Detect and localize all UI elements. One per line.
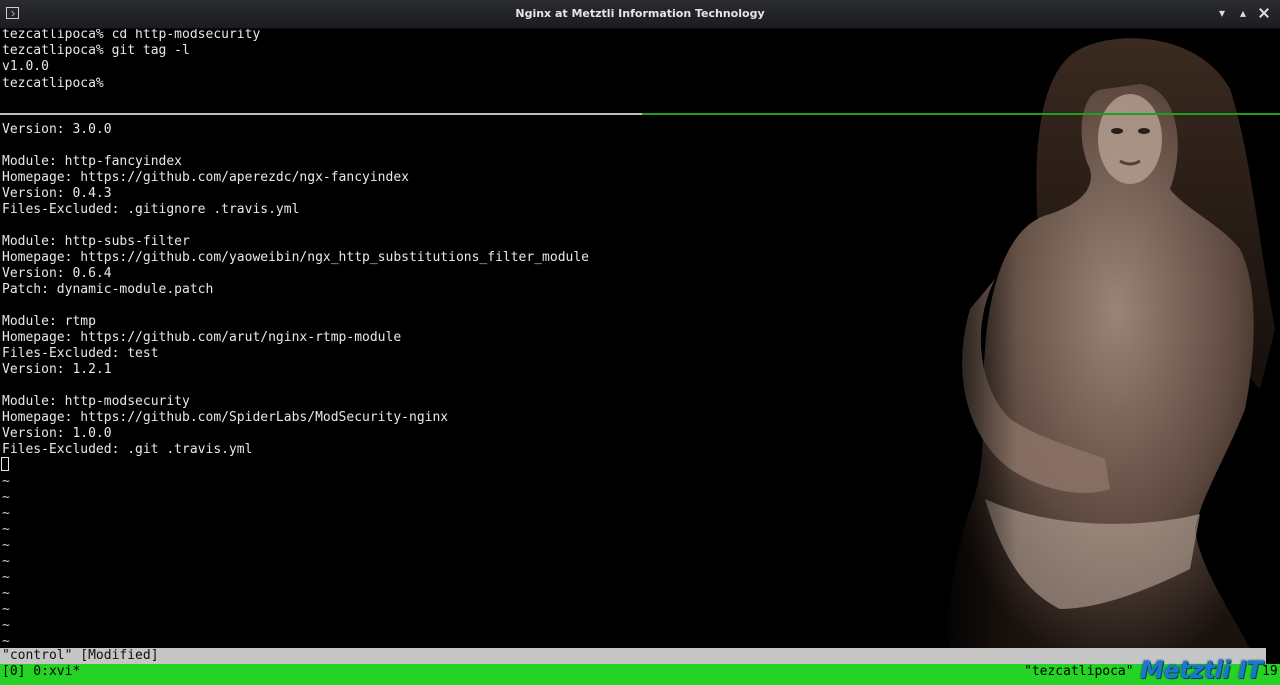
- editor-line: Version: 3.0.0: [2, 122, 112, 137]
- empty-line-tilde: ~: [2, 538, 10, 553]
- shell-line: v1.0.0: [2, 59, 49, 74]
- empty-line-tilde: ~: [2, 586, 10, 601]
- empty-line-tilde: ~: [2, 506, 10, 521]
- minimize-button[interactable]: ▾: [1214, 5, 1230, 21]
- vi-status-line: "control" [Modified]: [0, 648, 1266, 664]
- editor-line: Version: 0.4.3: [2, 186, 112, 201]
- editor-line: Version: 1.0.0: [2, 426, 112, 441]
- maximize-button[interactable]: ▴: [1235, 5, 1251, 21]
- title-bar: Nginx at Metztli Information Technology …: [0, 0, 1280, 29]
- terminal-pane[interactable]: tezcatlipoca% cd http-modsecurity tezcat…: [0, 29, 1280, 649]
- window-title: Nginx at Metztli Information Technology: [515, 7, 765, 20]
- editor-line: Module: http-fancyindex: [2, 154, 183, 169]
- metztli-it-logo: Metztli IT: [1140, 656, 1263, 684]
- shell-line: tezcatlipoca%: [2, 76, 104, 91]
- empty-line-tilde: ~: [2, 474, 10, 489]
- editor-line: Files-Excluded: .gitignore .travis.yml: [2, 202, 300, 217]
- editor-line: Module: rtmp: [2, 314, 96, 329]
- editor-line: Homepage: https://github.com/aperezdc/ng…: [2, 170, 409, 185]
- empty-line-tilde: ~: [2, 490, 10, 505]
- shell-line: tezcatlipoca% cd http-modsecurity: [2, 29, 261, 42]
- empty-line-tilde: ~: [2, 570, 10, 585]
- editor-line: Patch: dynamic-module.patch: [2, 282, 214, 297]
- tmux-status-bar: [0] 0:xvi* "tezcatlipoca" 19: [0, 664, 1280, 685]
- shell-line: tezcatlipoca% git tag -l: [2, 43, 190, 58]
- editor-line: Homepage: https://github.com/yaoweibin/n…: [2, 250, 589, 265]
- tmux-window-list[interactable]: [0] 0:xvi*: [2, 664, 80, 680]
- empty-line-tilde: ~: [2, 602, 10, 617]
- pane-divider-inactive[interactable]: [0, 113, 642, 115]
- close-button[interactable]: [1256, 5, 1272, 21]
- editor-line: Homepage: https://github.com/SpiderLabs/…: [2, 410, 449, 425]
- empty-line-tilde: ~: [2, 634, 10, 649]
- empty-line-tilde: ~: [2, 554, 10, 569]
- wallpaper-image: [930, 29, 1280, 649]
- tmux-hostname: "tezcatlipoca": [1024, 664, 1134, 679]
- editor-line: Files-Excluded: test: [2, 346, 159, 361]
- editor-line: Version: 1.2.1: [2, 362, 112, 377]
- editor-line: Module: http-modsecurity: [2, 394, 190, 409]
- pane-divider-active[interactable]: [642, 113, 1280, 115]
- empty-line-tilde: ~: [2, 522, 10, 537]
- editor-line: Version: 0.6.4: [2, 266, 112, 281]
- editor-line: Files-Excluded: .git .travis.yml: [2, 442, 253, 457]
- tmux-clock-fragment: 19: [1262, 664, 1278, 679]
- editor-line: Homepage: https://github.com/arut/nginx-…: [2, 330, 402, 345]
- editor-line: Module: http-subs-filter: [2, 234, 190, 249]
- empty-line-tilde: ~: [2, 618, 10, 633]
- text-cursor: [1, 457, 9, 471]
- close-icon: [1258, 7, 1270, 19]
